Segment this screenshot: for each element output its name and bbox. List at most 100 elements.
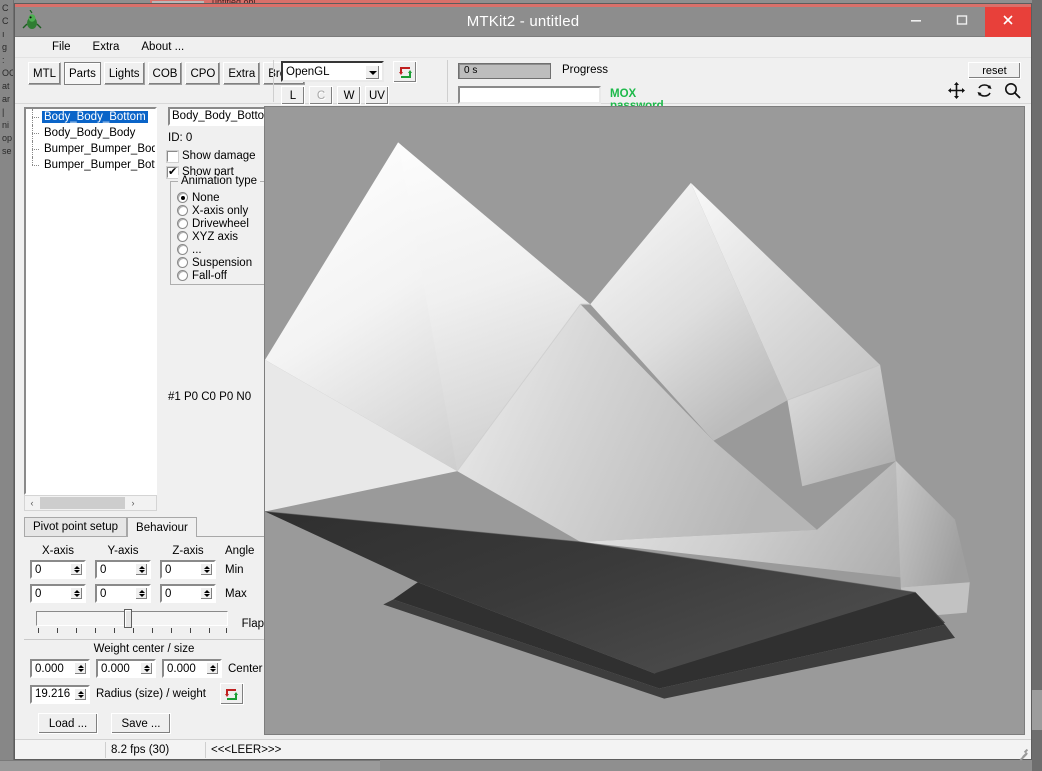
- menu-file[interactable]: File: [41, 39, 82, 55]
- radio-icon[interactable]: [177, 244, 188, 255]
- radio-animation-drivewheel[interactable]: Drivewheel: [177, 217, 266, 230]
- spinner-buttons[interactable]: [200, 587, 213, 600]
- status-fps: 8.2 fps (30): [105, 741, 205, 758]
- center-y-spinner[interactable]: 0.000: [96, 659, 156, 678]
- radio-label: Suspension: [192, 256, 253, 269]
- tab-parts[interactable]: Parts: [64, 62, 101, 85]
- tree-item[interactable]: Body_Body_Body: [26, 125, 155, 141]
- spinner-buttons[interactable]: [200, 563, 213, 576]
- max-z-spinner[interactable]: 0: [160, 584, 216, 603]
- radio-icon[interactable]: [177, 231, 188, 242]
- bg-left-letter: |: [2, 107, 5, 117]
- mox-password-input[interactable]: [458, 86, 601, 104]
- spinner-buttons[interactable]: [135, 563, 148, 576]
- model-viewport[interactable]: [264, 106, 1025, 735]
- axis-header-z: Z-axis: [172, 545, 204, 557]
- menu-extra[interactable]: Extra: [82, 39, 131, 55]
- tab-extra[interactable]: Extra: [223, 62, 261, 85]
- radio-animation-x-axis-only[interactable]: X-axis only: [177, 204, 266, 217]
- chevron-down-icon[interactable]: [365, 65, 380, 80]
- render-controls: OpenGL L C W UV: [281, 61, 441, 105]
- checkbox-icon[interactable]: [166, 149, 179, 163]
- progress-label: Progress: [562, 64, 609, 76]
- scroll-left-icon[interactable]: ‹: [25, 496, 39, 510]
- max-y-spinner[interactable]: 0: [95, 584, 151, 603]
- tab-mtl[interactable]: MTL: [28, 62, 61, 85]
- tab-cob[interactable]: COB: [147, 62, 183, 85]
- view-button-l[interactable]: L: [281, 86, 305, 105]
- tree-item-label: Body_Body_Body: [44, 127, 136, 139]
- tab-behaviour[interactable]: Behaviour: [127, 517, 197, 537]
- reset-button[interactable]: reset: [968, 62, 1021, 79]
- radius-spinner[interactable]: 19.216: [30, 684, 90, 704]
- tab-lights[interactable]: Lights: [103, 62, 145, 85]
- flap-row: Flap: [30, 609, 264, 637]
- radio-animation-xyz-axis[interactable]: XYZ axis: [177, 230, 266, 243]
- spinner-buttons[interactable]: [70, 587, 83, 600]
- radio-label: XYZ axis: [192, 230, 239, 243]
- center-z-value: 0.000: [167, 662, 196, 675]
- radius-label: Radius (size) / weight: [96, 688, 206, 700]
- tree-item-label: Bumper_Bumper_Body: [44, 143, 157, 155]
- max-x-spinner[interactable]: 0: [30, 584, 86, 603]
- spinner-buttons[interactable]: [74, 662, 87, 675]
- bg-left-letter: C: [2, 3, 9, 13]
- radio-animation-suspension[interactable]: Suspension: [177, 256, 266, 269]
- radio-icon[interactable]: [177, 218, 188, 229]
- checkbox-icon[interactable]: [166, 165, 179, 179]
- recalculate-radius-button[interactable]: [219, 683, 244, 705]
- tab-pivot-point-setup[interactable]: Pivot point setup: [24, 517, 128, 536]
- center-x-spinner[interactable]: 0.000: [30, 659, 90, 678]
- load-button[interactable]: Load ...: [38, 713, 98, 734]
- radio-animation-none[interactable]: None: [177, 191, 266, 204]
- render-mode-select[interactable]: OpenGL: [281, 61, 384, 82]
- menu-about[interactable]: About ...: [130, 39, 195, 55]
- radio-icon[interactable]: [177, 192, 188, 203]
- part-id-label: ID: 0: [168, 132, 193, 144]
- status-cell-empty: [15, 742, 105, 758]
- right-panel: [258, 104, 1031, 739]
- behaviour-tab-page: X-axis Y-axis Z-axis Angle 0 0 0 Min 0 0…: [24, 536, 264, 735]
- view-button-uv[interactable]: UV: [365, 86, 389, 105]
- radio-animation-other[interactable]: ...: [177, 243, 266, 256]
- radio-icon[interactable]: [177, 257, 188, 268]
- spinner-buttons[interactable]: [74, 687, 87, 701]
- animation-type-title: Animation type: [178, 175, 261, 187]
- slider-thumb[interactable]: [124, 609, 132, 628]
- radio-icon[interactable]: [177, 205, 188, 216]
- save-button[interactable]: Save ...: [111, 713, 171, 734]
- radio-icon[interactable]: [177, 270, 188, 281]
- center-z-spinner[interactable]: 0.000: [162, 659, 222, 678]
- min-y-spinner[interactable]: 0: [95, 560, 151, 579]
- window-titlebar[interactable]: MTKit2 - untitled: [15, 3, 1031, 37]
- resize-grip-icon[interactable]: [1015, 744, 1029, 761]
- client-area: File Extra About ... MTL Parts Lights CO…: [15, 37, 1031, 761]
- flap-slider[interactable]: [36, 609, 241, 637]
- tab-cpo[interactable]: CPO: [185, 62, 221, 85]
- scroll-right-icon[interactable]: ›: [126, 496, 140, 510]
- part-stats-line: #1 P0 C0 P0 N0: [168, 391, 252, 403]
- spinner-buttons[interactable]: [135, 587, 148, 600]
- move-icon[interactable]: [948, 82, 965, 99]
- zoom-icon[interactable]: [1004, 82, 1021, 99]
- viewport-tool-icons: [948, 82, 1021, 99]
- refresh-render-button[interactable]: [393, 61, 417, 83]
- slider-track[interactable]: [36, 611, 228, 626]
- show-damage-checkbox[interactable]: Show damage: [166, 149, 256, 163]
- tree-item[interactable]: Bumper_Bumper_Bottom: [26, 157, 155, 173]
- min-z-spinner[interactable]: 0: [160, 560, 216, 579]
- tree-item[interactable]: Body_Body_Bottom: [26, 109, 155, 125]
- scrollbar-thumb[interactable]: [40, 497, 125, 509]
- min-x-spinner[interactable]: 0: [30, 560, 86, 579]
- tree-item[interactable]: Bumper_Bumper_Body: [26, 141, 155, 157]
- view-button-w[interactable]: W: [337, 86, 361, 105]
- radio-animation-fall-off[interactable]: Fall-off: [177, 269, 266, 282]
- spinner-buttons[interactable]: [70, 563, 83, 576]
- tree-horizontal-scrollbar[interactable]: ‹ ›: [24, 495, 157, 511]
- parts-tree[interactable]: Body_Body_Bottom Body_Body_Body Bumper_B…: [24, 107, 157, 495]
- load-save-row: Load ... Save ...: [38, 713, 264, 734]
- rotate-icon[interactable]: [976, 82, 993, 99]
- spinner-buttons[interactable]: [140, 662, 153, 675]
- bg-left-letter: ar: [2, 94, 11, 104]
- spinner-buttons[interactable]: [206, 662, 219, 675]
